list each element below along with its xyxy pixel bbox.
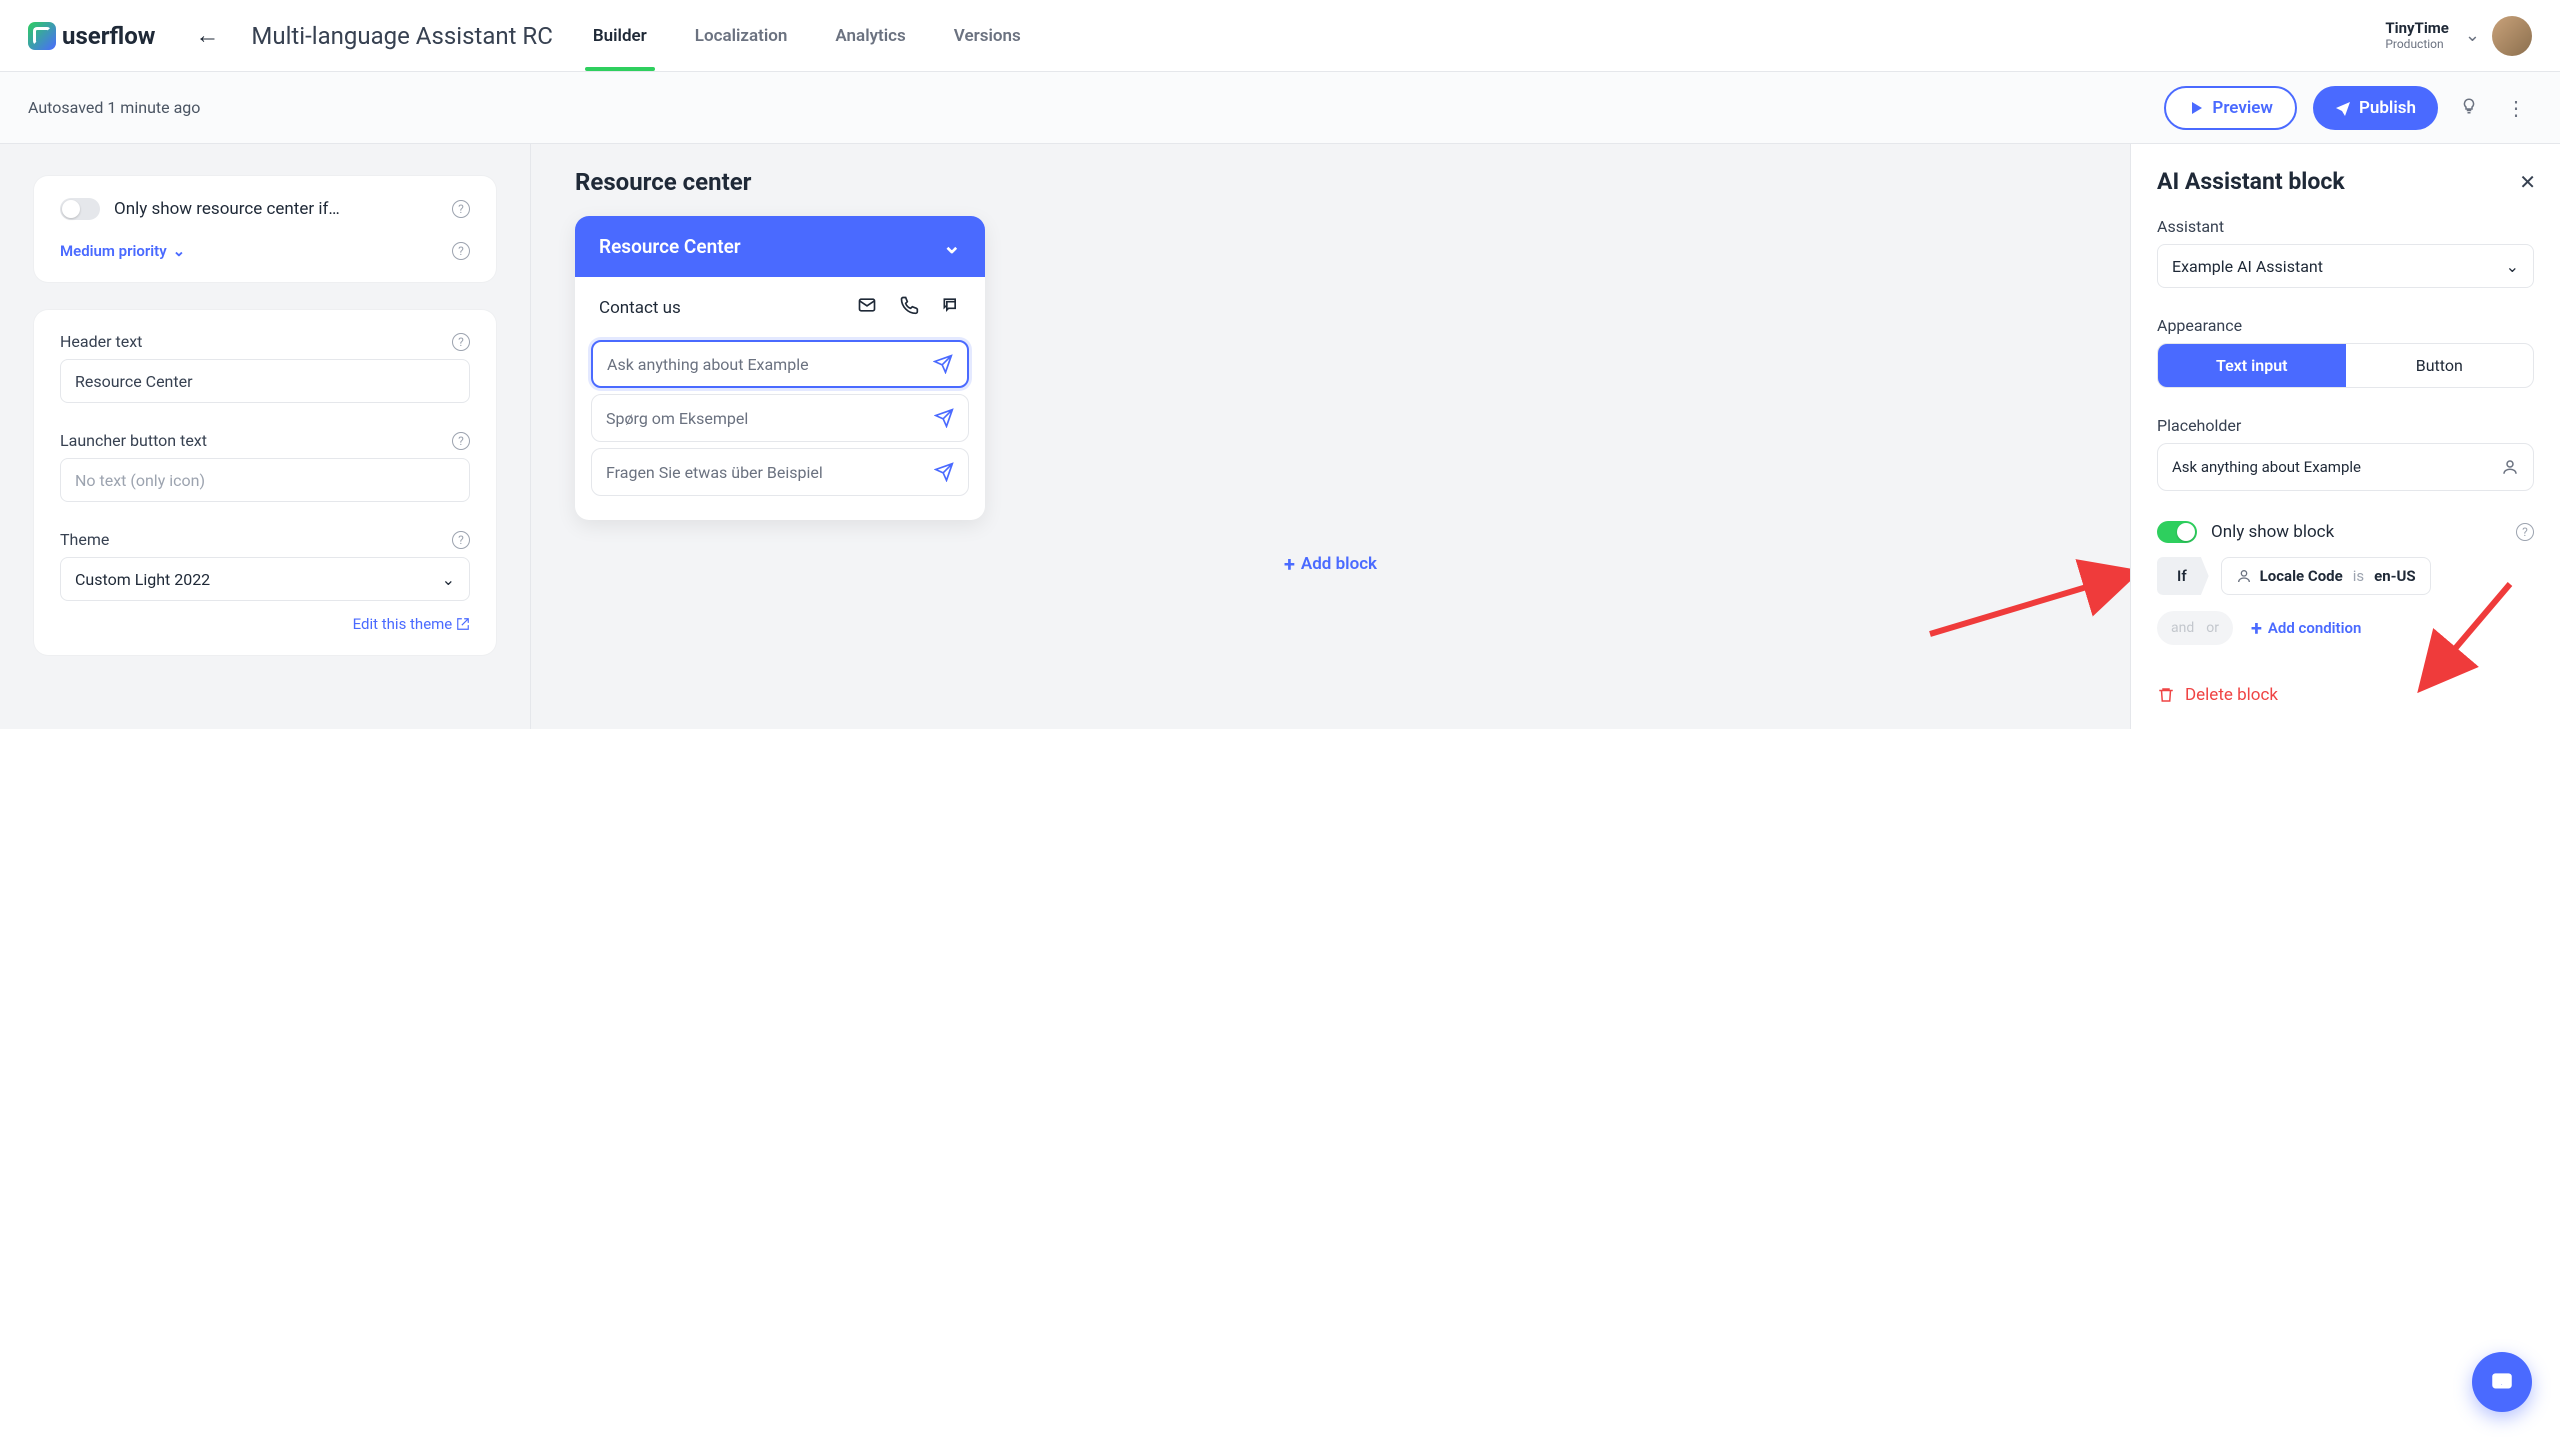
mail-icon[interactable] [857, 295, 877, 320]
help-fab[interactable]: ? [2472, 1352, 2532, 1412]
center-heading: Resource center [575, 168, 2086, 196]
theme-select[interactable]: Custom Light 2022 ⌄ [60, 557, 470, 601]
workspace-switcher[interactable]: TinyTime Production [2385, 19, 2449, 51]
edit-theme-link[interactable]: Edit this theme [353, 615, 470, 633]
header-text-label: Header text [60, 332, 142, 351]
avatar[interactable] [2492, 16, 2532, 56]
condition-if: If [2157, 557, 2209, 595]
assistant-label: Assistant [2157, 217, 2534, 236]
appearance-segmented: Text input Button [2157, 343, 2534, 388]
more-menu-icon[interactable]: ⋮ [2500, 90, 2532, 126]
contact-us-label: Contact us [599, 298, 681, 318]
tab-versions[interactable]: Versions [954, 2, 1021, 70]
send-icon [934, 408, 954, 428]
only-show-block-label: Only show block [2211, 522, 2334, 542]
help-icon[interactable]: ? [452, 432, 470, 450]
theme-label: Theme [60, 530, 109, 549]
close-icon[interactable]: ✕ [2519, 170, 2536, 194]
show-if-toggle[interactable] [60, 198, 100, 220]
workspace-env: Production [2385, 37, 2449, 51]
trash-icon [2157, 686, 2175, 704]
lightbulb-icon[interactable] [2454, 90, 2484, 126]
send-icon [2335, 100, 2351, 116]
user-icon [2236, 568, 2252, 584]
play-icon [2188, 100, 2204, 116]
appearance-label: Appearance [2157, 316, 2534, 335]
panel-heading: AI Assistant block [2157, 168, 2534, 195]
send-icon [933, 354, 953, 374]
logo-mark-icon [28, 22, 56, 50]
chevron-down-icon: ⌄ [442, 570, 455, 589]
ask-input-en[interactable]: Ask anything about Example [591, 340, 969, 388]
chevron-down-icon[interactable]: ⌄ [2465, 25, 2480, 46]
assistant-select[interactable]: Example AI Assistant ⌄ [2157, 244, 2534, 288]
ask-input-da[interactable]: Spørg om Eksempel [591, 394, 969, 442]
add-condition-button[interactable]: + Add condition [2251, 616, 2361, 640]
phone-icon[interactable] [899, 295, 919, 320]
delete-block-button[interactable]: Delete block [2157, 685, 2534, 705]
appearance-button[interactable]: Button [2346, 344, 2534, 387]
help-icon[interactable]: ? [452, 200, 470, 218]
chevron-down-icon: ⌄ [173, 242, 186, 260]
help-icon[interactable]: ? [452, 242, 470, 260]
external-link-icon [456, 617, 470, 631]
show-if-label: Only show resource center if… [114, 199, 340, 219]
help-icon[interactable]: ? [452, 531, 470, 549]
chevron-down-icon[interactable]: ⌄ [943, 234, 961, 259]
send-icon [934, 462, 954, 482]
annotation-arrow-icon [1920, 564, 2150, 648]
placeholder-label: Placeholder [2157, 416, 2534, 435]
and-or-pill[interactable]: and or [2157, 611, 2233, 645]
header-text-input[interactable] [60, 359, 470, 403]
condition-chip[interactable]: Locale Code is en-US [2221, 557, 2431, 595]
chat-icon[interactable] [941, 295, 961, 320]
tab-localization[interactable]: Localization [695, 2, 788, 70]
chevron-down-icon: ⌄ [2506, 257, 2519, 276]
appearance-text-input[interactable]: Text input [2158, 344, 2346, 387]
placeholder-input[interactable]: Ask anything about Example [2157, 443, 2534, 491]
back-button[interactable]: ← [195, 21, 219, 50]
user-icon [2501, 458, 2519, 476]
priority-selector[interactable]: Medium priority ⌄ [60, 242, 185, 260]
logo[interactable]: userflow [28, 22, 155, 50]
tab-analytics[interactable]: Analytics [835, 2, 905, 70]
help-icon[interactable]: ? [2516, 523, 2534, 541]
launcher-text-input[interactable] [60, 458, 470, 502]
resource-center-preview: Resource Center ⌄ Contact us Ask anythin… [575, 216, 985, 520]
rc-title: Resource Center [599, 235, 741, 258]
tab-builder[interactable]: Builder [593, 2, 647, 70]
preview-button[interactable]: Preview [2164, 86, 2297, 130]
autosave-status: Autosaved 1 minute ago [28, 98, 200, 117]
logo-text: userflow [62, 22, 155, 50]
publish-button[interactable]: Publish [2313, 86, 2438, 130]
only-show-block-toggle[interactable] [2157, 521, 2197, 543]
help-chat-icon: ? [2489, 1369, 2515, 1395]
launcher-text-label: Launcher button text [60, 431, 207, 450]
workspace-name: TinyTime [2385, 19, 2449, 37]
ask-input-de[interactable]: Fragen Sie etwas über Beispiel [591, 448, 969, 496]
page-title: Multi-language Assistant RC [251, 22, 552, 50]
help-icon[interactable]: ? [452, 333, 470, 351]
add-block-button[interactable]: + Add block [1284, 552, 1377, 576]
svg-text:?: ? [2499, 1374, 2505, 1389]
